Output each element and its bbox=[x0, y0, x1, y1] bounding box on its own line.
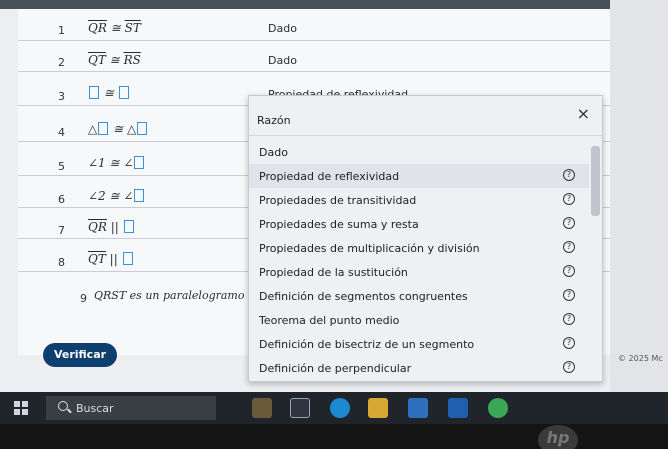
dropdown-option[interactable]: Definición de segmentos congruentes ? bbox=[249, 284, 589, 308]
row-number: 4 bbox=[58, 126, 65, 139]
answer-box[interactable] bbox=[89, 86, 99, 99]
dropdown-option[interactable]: Propiedad de la sustitución ? bbox=[249, 260, 589, 284]
row-statement: QRST es un paralelogramo bbox=[94, 289, 245, 302]
row-reason[interactable]: Dado bbox=[268, 22, 297, 35]
help-icon[interactable]: ? bbox=[563, 361, 575, 373]
taskbar-search[interactable]: Buscar bbox=[46, 396, 216, 420]
hp-logo: hp bbox=[538, 425, 578, 449]
answer-box[interactable] bbox=[118, 86, 129, 99]
dropdown-title: Razón bbox=[257, 114, 291, 127]
row-number: 1 bbox=[58, 24, 65, 37]
dropdown-option[interactable]: Dado bbox=[249, 140, 589, 164]
row-number: 5 bbox=[58, 160, 65, 173]
dropdown-option[interactable]: Propiedades de suma y resta ? bbox=[249, 212, 589, 236]
help-icon[interactable]: ? bbox=[563, 241, 575, 253]
answer-box[interactable] bbox=[137, 122, 148, 135]
dropdown-header: Razón × bbox=[249, 96, 604, 136]
row-number: 8 bbox=[58, 256, 65, 269]
proof-row: 2 QT ≅ RS Dado bbox=[18, 41, 610, 72]
row-statement: QT || bbox=[88, 252, 134, 266]
verify-button[interactable]: Verificar bbox=[43, 343, 117, 367]
help-icon[interactable]: ? bbox=[563, 265, 575, 277]
help-icon[interactable]: ? bbox=[563, 217, 575, 229]
task-view-icon[interactable] bbox=[290, 398, 310, 418]
row-statement: ≅ bbox=[88, 86, 130, 100]
top-strip bbox=[0, 0, 668, 9]
copyright-text: © 2025 Mc bbox=[618, 354, 663, 363]
chrome-icon[interactable] bbox=[488, 398, 508, 418]
row-statement: QR || bbox=[88, 220, 135, 234]
answer-box[interactable] bbox=[122, 252, 133, 265]
dropdown-option[interactable]: Propiedades de multiplicación y división… bbox=[249, 236, 589, 260]
row-number: 9 bbox=[80, 292, 87, 305]
page-background-right bbox=[610, 0, 668, 392]
answer-box[interactable] bbox=[123, 220, 134, 233]
dropdown-option[interactable]: Definición de perpendicular ? bbox=[249, 356, 589, 380]
store-icon[interactable] bbox=[408, 398, 428, 418]
mail-icon[interactable] bbox=[448, 398, 468, 418]
help-icon[interactable]: ? bbox=[563, 289, 575, 301]
dropdown-scrollbar[interactable] bbox=[591, 146, 600, 216]
edge-icon[interactable] bbox=[330, 398, 350, 418]
row-reason[interactable]: Dado bbox=[268, 54, 297, 67]
proof-row: 1 QR ≅ ST Dado bbox=[18, 9, 610, 41]
row-statement: ∠2 ≅ ∠ bbox=[88, 189, 145, 203]
file-explorer-icon[interactable] bbox=[368, 398, 388, 418]
dropdown-option[interactable]: Teorema del punto medio ? bbox=[249, 308, 589, 332]
row-statement: ∠1 ≅ ∠ bbox=[88, 156, 145, 170]
dropdown-option[interactable]: Propiedad de reflexividad ? bbox=[249, 164, 589, 188]
row-number: 2 bbox=[58, 56, 65, 69]
screen: 1 QR ≅ ST Dado 2 QT ≅ RS Dado 3 ≅ Propie… bbox=[0, 0, 668, 392]
help-icon[interactable]: ? bbox=[563, 337, 575, 349]
help-icon[interactable]: ? bbox=[563, 169, 575, 181]
windows-start-icon[interactable] bbox=[14, 401, 28, 415]
help-icon[interactable]: ? bbox=[563, 193, 575, 205]
close-icon[interactable]: × bbox=[577, 104, 590, 123]
row-statement: QT ≅ RS bbox=[88, 53, 141, 67]
help-icon[interactable]: ? bbox=[563, 313, 575, 325]
dropdown-option[interactable]: Propiedades de transitividad ? bbox=[249, 188, 589, 212]
row-number: 3 bbox=[58, 90, 65, 103]
answer-box[interactable] bbox=[98, 122, 109, 135]
row-number: 6 bbox=[58, 193, 65, 206]
widget-icon[interactable] bbox=[252, 398, 272, 418]
search-placeholder: Buscar bbox=[76, 402, 114, 415]
row-statement: QR ≅ ST bbox=[88, 21, 141, 35]
taskbar: Buscar bbox=[0, 392, 668, 424]
row-statement: △ ≅ △ bbox=[88, 122, 148, 136]
search-icon bbox=[58, 401, 68, 411]
answer-box[interactable] bbox=[134, 189, 145, 202]
reason-dropdown[interactable]: Razón × Dado Propiedad de reflexividad ?… bbox=[248, 95, 604, 382]
dropdown-option[interactable]: Definición de bisectriz de un segmento ? bbox=[249, 332, 589, 356]
answer-box[interactable] bbox=[134, 156, 145, 169]
row-number: 7 bbox=[58, 224, 65, 237]
